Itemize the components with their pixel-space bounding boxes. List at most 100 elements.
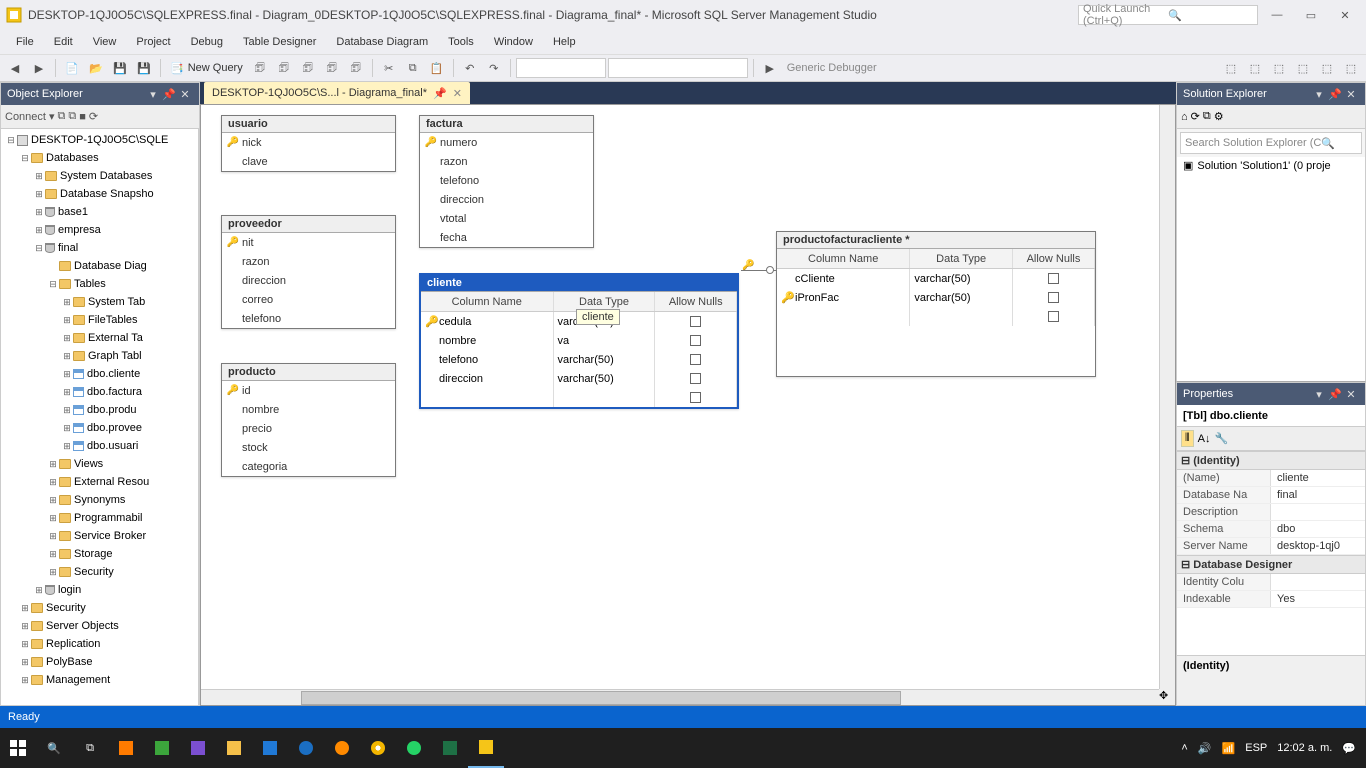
- allow-nulls-checkbox[interactable]: [690, 354, 701, 365]
- new-project-button[interactable]: 📄: [61, 57, 83, 79]
- tree-twisty-icon[interactable]: ⊞: [47, 513, 59, 524]
- property-value[interactable]: cliente: [1271, 470, 1365, 486]
- target-combo[interactable]: [608, 58, 748, 78]
- close-icon[interactable]: ✕: [177, 88, 193, 101]
- table-column-row[interactable]: 🔑nit: [222, 233, 395, 252]
- tool-icon[interactable]: ⬚: [1292, 57, 1314, 79]
- app-store-icon[interactable]: [252, 728, 288, 768]
- tree-twisty-icon[interactable]: ⊞: [33, 171, 45, 182]
- refresh-icon[interactable]: ⟳: [89, 110, 98, 123]
- app-firefox-icon[interactable]: [324, 728, 360, 768]
- dropdown-icon[interactable]: ▾: [1311, 88, 1327, 101]
- property-row[interactable]: Schemadbo: [1177, 521, 1365, 538]
- tree-twisty-icon[interactable]: ⊟: [19, 153, 31, 164]
- tree-twisty-icon[interactable]: ⊞: [33, 585, 45, 596]
- table-proveedor[interactable]: proveedor 🔑nitrazondireccioncorreotelefo…: [221, 215, 396, 329]
- table-factura[interactable]: factura 🔑numerorazontelefonodireccionvto…: [419, 115, 594, 248]
- tree-item[interactable]: ⊞Replication: [1, 635, 198, 653]
- tree-item[interactable]: ⊞System Tab: [1, 293, 198, 311]
- dmx-icon[interactable]: 🗊: [297, 57, 319, 79]
- database-combo[interactable]: [516, 58, 606, 78]
- tree-twisty-icon[interactable]: ⊞: [47, 549, 59, 560]
- filter-icon[interactable]: ⧉: [58, 110, 66, 123]
- tree-item[interactable]: ⊞dbo.factura: [1, 383, 198, 401]
- tree-twisty-icon[interactable]: ⊞: [47, 567, 59, 578]
- property-value[interactable]: final: [1271, 487, 1365, 503]
- undo-button[interactable]: ↶: [459, 57, 481, 79]
- menu-view[interactable]: View: [83, 33, 127, 51]
- tree-twisty-icon[interactable]: ⊞: [19, 675, 31, 686]
- table-column-row[interactable]: telefono: [222, 309, 395, 328]
- table-productofacturacliente[interactable]: productofacturacliente * Column Name Dat…: [776, 231, 1096, 377]
- table-column-row[interactable]: categoria: [222, 457, 395, 476]
- solution-search-input[interactable]: Search Solution Explorer (C 🔍: [1180, 132, 1362, 154]
- tree-twisty-icon[interactable]: ⊟: [47, 279, 59, 290]
- table-column-row[interactable]: direccion: [222, 271, 395, 290]
- menu-help[interactable]: Help: [543, 33, 586, 51]
- tree-item[interactable]: ⊞login: [1, 581, 198, 599]
- app-whatsapp-icon[interactable]: [396, 728, 432, 768]
- table-column-row[interactable]: telefonovarchar(50): [421, 350, 737, 369]
- tree-twisty-icon[interactable]: ⊞: [61, 297, 73, 308]
- notifications-icon[interactable]: 💬: [1342, 742, 1356, 755]
- stop-icon[interactable]: ■: [79, 111, 86, 123]
- redo-button[interactable]: ↷: [483, 57, 505, 79]
- app-ai-icon[interactable]: [108, 728, 144, 768]
- tree-twisty-icon[interactable]: ⊞: [61, 351, 73, 362]
- solution-item[interactable]: ▣ Solution 'Solution1' (0 proje: [1177, 157, 1365, 174]
- tree-twisty-icon[interactable]: ⊞: [61, 387, 73, 398]
- tree-twisty-icon[interactable]: ⊞: [47, 459, 59, 470]
- xevent-icon[interactable]: 🗊: [249, 57, 271, 79]
- tree-item[interactable]: ⊟Tables: [1, 275, 198, 293]
- wrench-icon[interactable]: 🔧: [1214, 432, 1228, 445]
- tool-icon[interactable]: ⬚: [1220, 57, 1242, 79]
- menu-file[interactable]: File: [6, 33, 44, 51]
- property-row[interactable]: Description: [1177, 504, 1365, 521]
- table-column-row[interactable]: nombre: [222, 400, 395, 419]
- tree-twisty-icon[interactable]: ⊞: [61, 405, 73, 416]
- property-row[interactable]: Identity Colu: [1177, 574, 1365, 591]
- tree-item[interactable]: ⊞Storage: [1, 545, 198, 563]
- nav-back-button[interactable]: ◀: [4, 57, 26, 79]
- tree-twisty-icon[interactable]: ⊞: [19, 621, 31, 632]
- app-ssms-icon[interactable]: [468, 728, 504, 768]
- dropdown-icon[interactable]: ▾: [49, 110, 55, 123]
- table-column-row[interactable]: 🔑numero: [420, 133, 593, 152]
- allow-nulls-checkbox[interactable]: [1048, 311, 1059, 322]
- pin-icon[interactable]: 📌: [161, 88, 177, 101]
- table-column-row[interactable]: cClientevarchar(50): [777, 269, 1095, 288]
- allow-nulls-checkbox[interactable]: [690, 392, 701, 403]
- table-column-row[interactable]: vtotal: [420, 209, 593, 228]
- tree-twisty-icon[interactable]: ⊞: [61, 333, 73, 344]
- tree-item[interactable]: ⊞dbo.cliente: [1, 365, 198, 383]
- table-column-row[interactable]: razon: [222, 252, 395, 271]
- tree-item[interactable]: ⊞Database Snapsho: [1, 185, 198, 203]
- tree-item[interactable]: ⊞base1: [1, 203, 198, 221]
- mdx-icon[interactable]: 🗊: [273, 57, 295, 79]
- menu-window[interactable]: Window: [484, 33, 543, 51]
- table-column-row[interactable]: precio: [222, 419, 395, 438]
- allow-nulls-checkbox[interactable]: [1048, 273, 1059, 284]
- menu-database-diagram[interactable]: Database Diagram: [326, 33, 438, 51]
- language-indicator[interactable]: ESP: [1245, 742, 1267, 754]
- property-row[interactable]: (Name)cliente: [1177, 470, 1365, 487]
- property-value[interactable]: [1271, 504, 1365, 520]
- close-icon[interactable]: ✕: [1343, 88, 1359, 101]
- properties-icon[interactable]: ⚙: [1214, 110, 1224, 123]
- tree-item[interactable]: ⊞Synonyms: [1, 491, 198, 509]
- table-column-row[interactable]: clave: [222, 152, 395, 171]
- tree-twisty-icon[interactable]: ⊞: [61, 423, 73, 434]
- open-button[interactable]: 📂: [85, 57, 107, 79]
- table-usuario[interactable]: usuario 🔑nickclave: [221, 115, 396, 172]
- home-icon[interactable]: ⌂: [1181, 111, 1188, 123]
- nav-fwd-button[interactable]: ▶: [28, 57, 50, 79]
- minimize-button[interactable]: —: [1262, 3, 1292, 27]
- close-icon[interactable]: ✕: [1343, 388, 1359, 401]
- tree-item[interactable]: ⊞empresa: [1, 221, 198, 239]
- pin-icon[interactable]: 📌: [433, 87, 447, 100]
- debug-button[interactable]: ▶: [759, 57, 781, 79]
- tree-item[interactable]: ⊞PolyBase: [1, 653, 198, 671]
- allow-nulls-checkbox[interactable]: [690, 373, 701, 384]
- tree-item[interactable]: ⊞Security: [1, 599, 198, 617]
- tree-twisty-icon[interactable]: ⊞: [33, 189, 45, 200]
